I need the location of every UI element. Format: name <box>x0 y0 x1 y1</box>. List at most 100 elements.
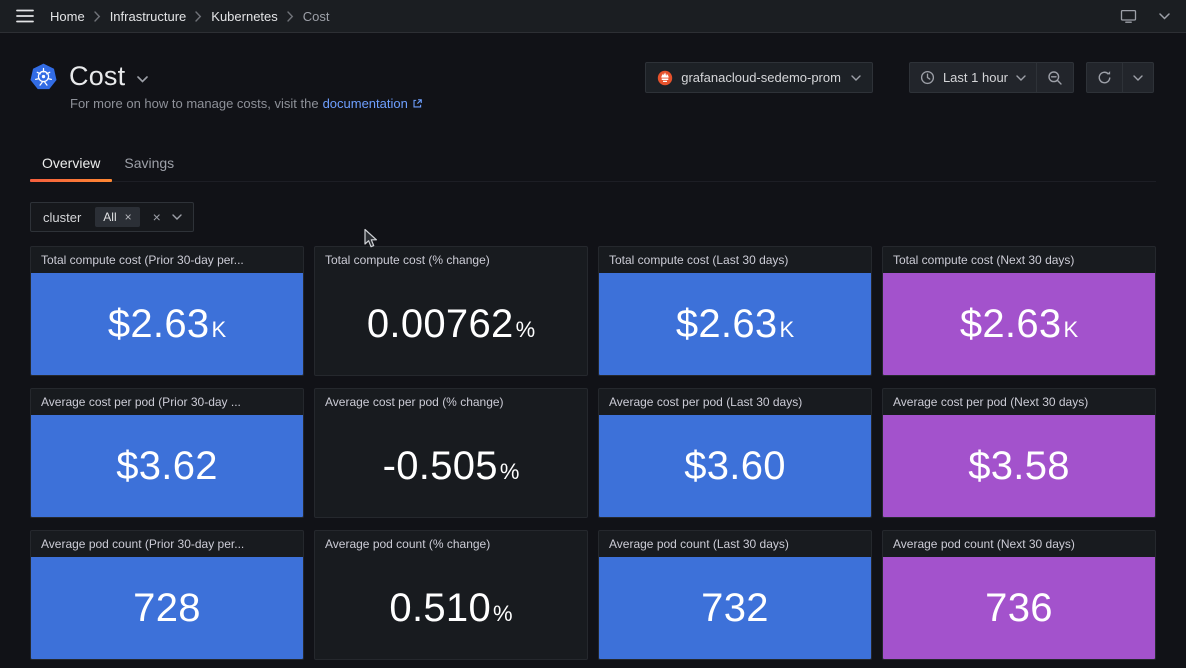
refresh-interval-dropdown[interactable] <box>1122 63 1153 92</box>
panel-title[interactable]: Average pod count (Prior 30-day per... <box>41 537 244 551</box>
breadcrumb: Home Infrastructure Kubernetes Cost <box>50 9 330 24</box>
panel-title[interactable]: Average pod count (Last 30 days) <box>609 537 789 551</box>
breadcrumb-item: Cost <box>303 9 330 24</box>
refresh-button[interactable] <box>1087 63 1122 92</box>
time-range-picker[interactable]: Last 1 hour <box>910 63 1036 92</box>
breadcrumb-item[interactable]: Infrastructure <box>110 9 187 24</box>
stat-value-wrap: 0.510% <box>389 586 512 631</box>
panel-title[interactable]: Total compute cost (Prior 30-day per... <box>41 253 244 267</box>
panel-header: Total compute cost (% change) <box>315 247 587 273</box>
topnav-chevron-down-icon[interactable] <box>1159 13 1170 20</box>
stat-panel: Average cost per pod (Last 30 days) $3.60 <box>598 388 872 518</box>
datasource-label: grafanacloud-sedemo-prom <box>681 70 841 85</box>
cluster-filter: cluster All × × <box>30 202 194 232</box>
documentation-link[interactable]: documentation <box>323 96 423 111</box>
refresh-controls <box>1086 62 1154 93</box>
panel-title[interactable]: Average pod count (Next 30 days) <box>893 537 1075 551</box>
tab-bar: OverviewSavings <box>30 149 1156 182</box>
remove-filter-value-icon[interactable]: × <box>125 210 132 224</box>
page-title: Cost <box>69 61 125 92</box>
time-range-chevron-down-icon <box>1016 75 1026 81</box>
filter-value: All <box>103 210 116 224</box>
panel-title[interactable]: Average pod count (% change) <box>325 537 490 551</box>
panel-title[interactable]: Average cost per pod (Next 30 days) <box>893 395 1088 409</box>
breadcrumb-item[interactable]: Kubernetes <box>211 9 278 24</box>
refresh-chevron-down-icon <box>1133 75 1143 81</box>
stat-unit-suffix: % <box>493 601 513 627</box>
panel-title[interactable]: Total compute cost (Next 30 days) <box>893 253 1074 267</box>
breadcrumb-separator-icon <box>94 11 101 22</box>
stat-value-wrap: 736 <box>985 586 1053 631</box>
panel-header: Average pod count (Last 30 days) <box>599 531 871 557</box>
breadcrumb-item[interactable]: Home <box>50 9 85 24</box>
stat-panel: Average pod count (Prior 30-day per... 72… <box>30 530 304 660</box>
stat-value: 0.510 <box>389 586 491 631</box>
external-link-icon <box>412 98 423 109</box>
stat-value: 0.00762 <box>367 302 514 347</box>
stat-value-wrap: $3.62 <box>116 444 218 489</box>
stat-panel: Average pod count (Last 30 days) 732 <box>598 530 872 660</box>
stat-value: $3.60 <box>684 444 786 489</box>
prometheus-icon <box>657 70 673 86</box>
breadcrumb-separator-icon <box>287 11 294 22</box>
panel-header: Average cost per pod (Last 30 days) <box>599 389 871 415</box>
filter-chevron-down-icon[interactable] <box>172 214 182 220</box>
stat-value: $3.58 <box>968 444 1070 489</box>
stat-value-wrap: $2.63K <box>960 302 1078 347</box>
stat-value: 736 <box>985 586 1053 631</box>
panel-grid: Total compute cost (Prior 30-day per... $… <box>30 246 1156 660</box>
stat-value: $2.63 <box>960 302 1062 347</box>
tab-overview[interactable]: Overview <box>30 149 112 181</box>
refresh-icon <box>1097 70 1112 85</box>
panel-title[interactable]: Total compute cost (% change) <box>325 253 490 267</box>
menu-icon[interactable] <box>16 9 34 23</box>
filter-label: cluster <box>31 203 93 231</box>
zoom-out-icon <box>1047 70 1063 86</box>
top-nav: Home Infrastructure Kubernetes Cost <box>0 0 1186 33</box>
panel-header: Total compute cost (Last 30 days) <box>599 247 871 273</box>
panel-title[interactable]: Total compute cost (Last 30 days) <box>609 253 788 267</box>
stat-value-area: $3.62 <box>31 415 303 517</box>
panel-header: Total compute cost (Prior 30-day per... <box>31 247 303 273</box>
dashboard-description: For more on how to manage costs, visit t… <box>70 96 423 111</box>
stat-value-area: 732 <box>599 557 871 659</box>
time-range-label: Last 1 hour <box>943 70 1008 85</box>
stat-value-area: 0.00762% <box>315 273 587 375</box>
stat-value-area: $3.58 <box>883 415 1155 517</box>
filter-value-chip[interactable]: All × <box>95 207 139 227</box>
stat-value: $2.63 <box>676 302 778 347</box>
stat-unit-suffix: K <box>1063 317 1078 343</box>
dashboard-header: Cost For more on how to manage costs, vi… <box>0 33 1186 111</box>
stat-panel: Total compute cost (Prior 30-day per... $… <box>30 246 304 376</box>
stat-value: 728 <box>133 586 201 631</box>
title-block: Cost For more on how to manage costs, vi… <box>30 61 423 111</box>
active-tab-indicator <box>30 179 112 182</box>
panel-header: Average cost per pod (% change) <box>315 389 587 415</box>
stat-panel: Average pod count (Next 30 days) 736 <box>882 530 1156 660</box>
stat-unit-suffix: K <box>211 317 226 343</box>
stat-panel: Average cost per pod (Prior 30-day ... $3… <box>30 388 304 518</box>
datasource-picker[interactable]: grafanacloud-sedemo-prom <box>645 62 873 93</box>
stat-value-wrap: $2.63K <box>108 302 226 347</box>
panel-title[interactable]: Average cost per pod (Prior 30-day ... <box>41 395 241 409</box>
zoom-out-time-button[interactable] <box>1036 63 1073 92</box>
kiosk-monitor-icon[interactable] <box>1120 8 1137 24</box>
stat-value-area: -0.505% <box>315 415 587 517</box>
panel-title[interactable]: Average cost per pod (Last 30 days) <box>609 395 802 409</box>
title-chevron-down-icon[interactable] <box>137 76 148 83</box>
stat-value-area: 736 <box>883 557 1155 659</box>
panel-title[interactable]: Average cost per pod (% change) <box>325 395 504 409</box>
stat-panel: Average cost per pod (Next 30 days) $3.58 <box>882 388 1156 518</box>
stat-value: $3.62 <box>116 444 218 489</box>
stat-value-wrap: 732 <box>701 586 769 631</box>
stat-value-wrap: -0.505% <box>383 444 520 489</box>
stat-value-wrap: $3.60 <box>684 444 786 489</box>
description-text: For more on how to manage costs, visit t… <box>70 96 319 111</box>
dashboard-controls: grafanacloud-sedemo-prom Last 1 hour <box>645 62 1154 93</box>
stat-panel: Total compute cost (Next 30 days) $2.63K <box>882 246 1156 376</box>
clear-filter-icon[interactable]: × <box>153 210 161 224</box>
tab-savings[interactable]: Savings <box>112 149 186 181</box>
topnav-actions <box>1120 8 1170 24</box>
stat-value-wrap: 0.00762% <box>367 302 535 347</box>
stat-value: $2.63 <box>108 302 210 347</box>
